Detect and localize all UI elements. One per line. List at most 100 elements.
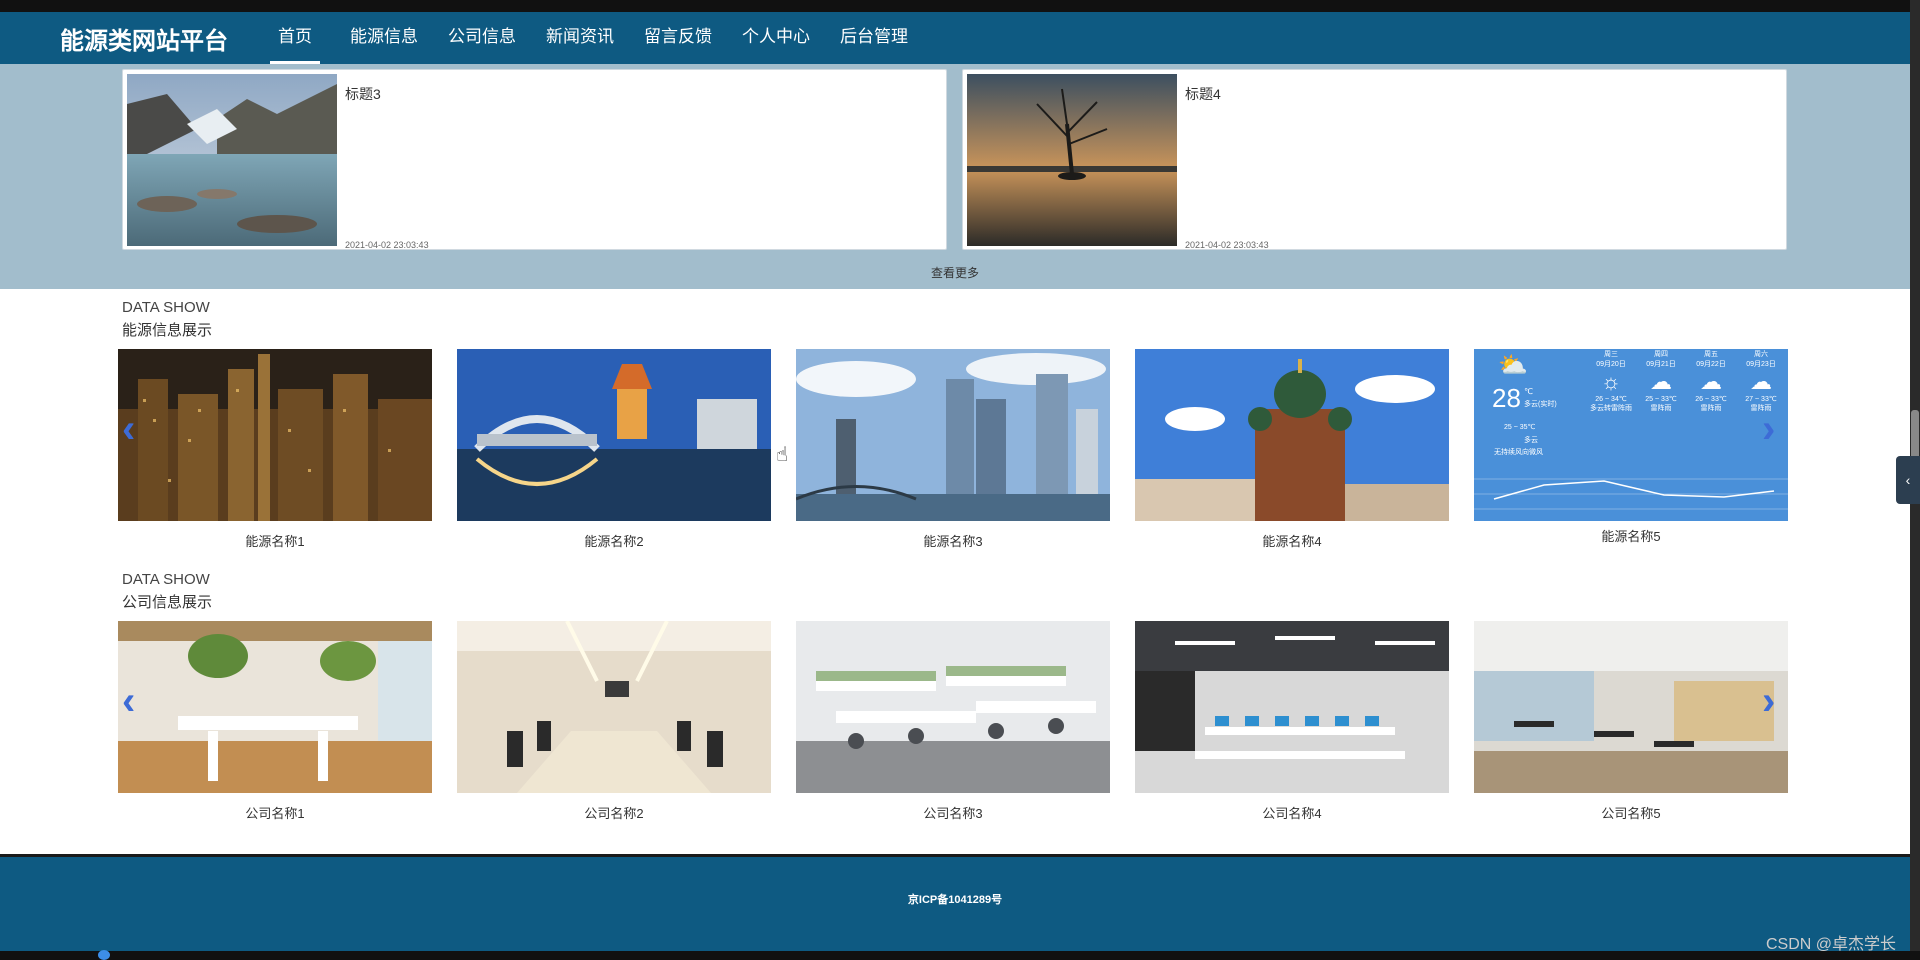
news-card[interactable]: 标题3 2021-04-02 23:03:43 <box>122 69 947 250</box>
news-thumbnail-tree <box>967 74 1177 246</box>
rain-cloud-icon: ☁ <box>1750 369 1772 394</box>
side-panel-toggle-chevron-left-icon[interactable]: ‹ <box>1896 456 1920 504</box>
rain-cloud-icon: ☁ <box>1650 369 1672 394</box>
forecast-date: 09月20日 <box>1596 361 1626 368</box>
section-subtitle-en: DATA SHOW <box>122 299 210 316</box>
energy-name[interactable]: 能源名称2 <box>457 531 771 550</box>
forecast-day: 周三 09月20日 ☼ 26 ~ 34℃ 多云转雷阵雨 <box>1586 349 1636 413</box>
company-card[interactable]: 公司名称3 <box>796 621 1110 822</box>
company-name[interactable]: 公司名称3 <box>796 803 1110 822</box>
forecast-condition: 雷阵雨 <box>1650 405 1672 412</box>
forecast-day-name: 周五 <box>1704 351 1718 358</box>
nav-item-energy[interactable]: 能源信息 <box>350 12 418 64</box>
forecast-day: 周六 09月23日 ☁ 27 ~ 33℃ 雷阵雨 <box>1736 349 1786 413</box>
forecast-date: 09月22日 <box>1696 361 1726 368</box>
energy-image-skyscrapers <box>795 349 1110 521</box>
today-wind: 无持续风向微风 <box>1494 449 1543 456</box>
company-name[interactable]: 公司名称4 <box>1135 803 1449 822</box>
temperature-unit: ℃ <box>1524 387 1533 396</box>
forecast-day: 周五 09月22日 ☁ 26 ~ 33℃ 雷阵雨 <box>1686 349 1736 413</box>
nav-item-company[interactable]: 公司信息 <box>448 12 516 64</box>
energy-section: DATA SHOW 能源信息展示 能源名称1 能源名称2 能源名称3 能源名称4… <box>0 299 1910 549</box>
news-title[interactable]: 标题4 <box>1185 84 1221 104</box>
nav-item-home[interactable]: 首页 <box>270 12 320 64</box>
company-section: DATA SHOW 公司信息展示 公司名称1 公司名称2 公司名称3 公司名称4… <box>0 571 1910 821</box>
nav-item-admin[interactable]: 后台管理 <box>840 12 908 64</box>
energy-name[interactable]: 能源名称4 <box>1135 531 1449 550</box>
company-image-meeting-room <box>457 620 771 793</box>
forecast-day-name: 周四 <box>1654 351 1668 358</box>
section-title: 公司信息展示 <box>122 594 213 611</box>
section-title: 能源信息展示 <box>122 322 213 339</box>
company-name[interactable]: 公司名称2 <box>457 803 771 822</box>
energy-card[interactable]: 能源名称1 <box>118 349 432 550</box>
news-date: 2021-04-02 23:03:43 <box>1185 240 1269 250</box>
rain-cloud-icon: ☁ <box>1700 369 1722 394</box>
forecast-day-name: 周六 <box>1754 351 1768 358</box>
carousel-prev-icon[interactable]: ‹ <box>122 409 135 449</box>
carousel-next-icon[interactable]: › <box>1762 409 1775 449</box>
energy-name[interactable]: 能源名称1 <box>118 531 432 550</box>
forecast-range: 26 ~ 33℃ <box>1695 396 1727 403</box>
temperature-trend-graph <box>1474 478 1788 510</box>
forecast-range: 26 ~ 34℃ <box>1595 396 1627 403</box>
view-more-link[interactable]: 查看更多 <box>0 264 1910 281</box>
site-footer: 京ICP备1041289号 <box>0 857 1910 951</box>
company-name[interactable]: 公司名称5 <box>1474 803 1788 822</box>
site-brand[interactable]: 能源类网站平台 <box>60 21 270 56</box>
forecast-condition: 多云转雷阵雨 <box>1590 405 1632 412</box>
current-condition: 多云(实时) <box>1524 401 1557 408</box>
news-thumbnail-river <box>127 74 337 246</box>
progress-handle[interactable] <box>98 950 110 960</box>
sun-cloud-icon: ⛅ <box>1498 352 1528 379</box>
company-image-open-office <box>118 621 432 793</box>
window-top-strip <box>0 0 1920 12</box>
nav-item-profile[interactable]: 个人中心 <box>742 12 810 64</box>
company-card[interactable]: 公司名称4 <box>1135 621 1449 822</box>
today-condition: 多云 <box>1524 437 1538 444</box>
energy-card[interactable]: 能源名称3 <box>795 349 1110 550</box>
current-temperature: 28 <box>1492 383 1521 413</box>
main-navbar: 能源类网站平台 首页 能源信息 公司信息 新闻资讯 留言反馈 个人中心 后台管理 <box>0 12 1910 64</box>
icp-license: 京ICP备1041289号 <box>907 894 1003 906</box>
sun-cloud-icon: ☼ <box>1600 369 1622 394</box>
weather-widget-image: ⛅ 28 ℃ 多云(实时) 25 ~ 35℃ 多云 无持续风向微风 周三 09月… <box>1474 349 1788 521</box>
company-card[interactable]: 公司名称5 <box>1474 621 1788 822</box>
company-card[interactable]: 公司名称2 <box>457 620 771 822</box>
energy-card[interactable]: 能源名称2 <box>457 349 771 550</box>
energy-name[interactable]: 能源名称3 <box>796 531 1110 550</box>
company-card[interactable]: 公司名称1 <box>118 621 432 822</box>
forecast-range: 25 ~ 33℃ <box>1645 396 1677 403</box>
section-subtitle-en: DATA SHOW <box>122 571 210 588</box>
forecast-date: 09月23日 <box>1746 361 1776 368</box>
energy-name[interactable]: 能源名称5 <box>1474 526 1788 545</box>
forecast-date: 09月21日 <box>1646 361 1676 368</box>
nav-item-feedback[interactable]: 留言反馈 <box>644 12 712 64</box>
news-title[interactable]: 标题3 <box>345 84 381 104</box>
carousel-prev-icon[interactable]: ‹ <box>122 681 135 721</box>
energy-card[interactable]: 能源名称4 <box>1135 349 1449 550</box>
forecast-day: 周四 09月21日 ☁ 25 ~ 33℃ 雷阵雨 <box>1636 349 1686 413</box>
nav-menu: 首页 能源信息 公司信息 新闻资讯 留言反馈 个人中心 后台管理 <box>270 12 938 64</box>
company-name[interactable]: 公司名称1 <box>118 803 432 822</box>
company-image-computer-lab <box>1135 621 1449 793</box>
news-date: 2021-04-02 23:03:43 <box>345 240 429 250</box>
carousel-next-icon[interactable]: › <box>1762 681 1775 721</box>
energy-card[interactable]: ⛅ 28 ℃ 多云(实时) 25 ~ 35℃ 多云 无持续风向微风 周三 09月… <box>1474 349 1788 545</box>
energy-image-pavilion <box>457 349 771 521</box>
company-image-office-cubicles <box>1474 621 1788 793</box>
forecast-range: 27 ~ 33℃ <box>1745 396 1777 403</box>
news-card[interactable]: 标题4 2021-04-02 23:03:43 <box>962 69 1787 250</box>
energy-image-cathedral <box>1135 349 1449 521</box>
forecast-condition: 雷阵雨 <box>1700 405 1722 412</box>
forecast-day-name: 周三 <box>1604 351 1618 358</box>
forecast-condition: 雷阵雨 <box>1750 405 1772 412</box>
company-image-workstations <box>796 621 1110 793</box>
news-section: 标题3 2021-04-02 23:03:43 标题4 2021-04-02 2… <box>0 64 1910 289</box>
hand-cursor-icon: ☝ <box>776 444 789 466</box>
progress-bar[interactable] <box>0 951 1920 960</box>
page-content: 标题3 2021-04-02 23:03:43 标题4 2021-04-02 2… <box>0 64 1910 854</box>
today-range: 25 ~ 35℃ <box>1504 424 1536 431</box>
energy-image-city-night <box>118 349 432 521</box>
nav-item-news[interactable]: 新闻资讯 <box>546 12 614 64</box>
